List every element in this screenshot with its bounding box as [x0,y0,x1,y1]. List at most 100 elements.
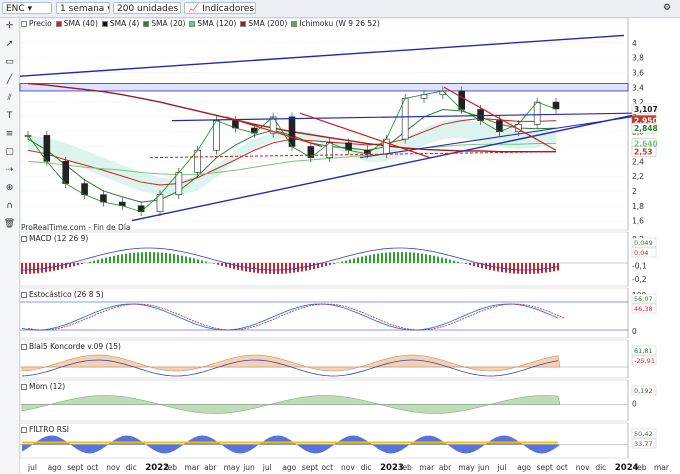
blai5-panel-label: Blai5 Koncorde v.09 (15) [21,342,121,351]
macd-bar [393,252,395,263]
x-axis-label: ago [48,463,62,472]
macd-bar [101,258,103,263]
x-axis-label: feb [165,463,177,472]
candle-body [288,116,296,147]
macd-bar [45,263,47,273]
x-axis-label: sept [302,463,318,472]
x-axis-label: may [458,463,475,472]
macd-bar [265,263,267,274]
legend-item[interactable]: SMA (40) [55,18,98,29]
data-credit: ProRealTime.com - Fin de Día [21,223,131,232]
x-axis-label: ago [282,463,296,472]
x-axis-label: mar [185,463,201,472]
macd-tick-label: -0,1 [632,262,647,271]
macd-bar [361,256,363,263]
mom-label: Mom (12) [29,382,66,391]
legend-item[interactable]: Precio [21,18,52,29]
candle-body [533,101,541,125]
y-tick-label: 3,4 [632,83,644,92]
macd-bar [185,256,187,263]
macd-bar [105,257,107,263]
macd-bar [153,252,155,263]
macd-bar [21,263,23,274]
macd-bar [357,257,359,263]
x-axis-label: feb [634,463,646,472]
macd-bar [61,263,63,270]
macd-bar [233,263,235,269]
macd-bar [257,263,259,274]
x-axis-label: abr [204,463,217,472]
panel-frame-2 [19,287,629,339]
candle-body [62,161,70,184]
macd-bar [29,263,31,274]
macd-bar [369,254,371,263]
macd-bar [521,263,523,274]
macd-bar [285,263,287,274]
macd-bar [173,254,175,263]
macd-bar [417,253,419,263]
legend-label: SMA (200) [248,19,288,28]
legend-item[interactable]: SMA (120) [189,18,236,29]
macd-bar [513,263,515,274]
macd-bar [449,259,451,263]
chart-canvas[interactable]: 1,61,822,22,42,62,833,23,43,63,843,1072,… [0,0,680,474]
macd-bar [217,263,219,265]
legend-item[interactable]: SMA (20) [143,18,185,29]
resistance-zone [19,83,629,92]
macd-bar [113,255,115,263]
stoch-value-tag: 56,07 [634,295,653,303]
macd-bar [277,263,279,274]
x-axis-label: sept [67,463,83,472]
macd-bar [437,256,439,263]
x-axis-label: sept [537,463,553,472]
macd-bar [165,253,167,263]
macd-bar [377,253,379,263]
legend-label: SMA (20) [151,19,186,28]
macd-bar [325,263,327,266]
y-tick-label: 4 [632,39,637,48]
legend-swatch [21,21,27,27]
macd-bar [381,253,383,263]
macd-bar [261,263,263,274]
mom-tick-label: 0 [632,400,637,409]
x-axis-label: mar [654,463,670,472]
macd-bar [97,259,99,263]
mom-panel-label: Mom (12) [21,382,65,391]
legend-swatch [143,21,150,27]
macd-bar [529,263,531,274]
x-axis-label: oct [87,463,99,472]
macd-panel-label: MACD (12 26 9) [21,234,88,243]
legend-label: SMA (120) [197,19,237,28]
macd-bar [345,260,347,263]
macd-tick-label: -0,2 [632,275,647,284]
macd-bar [517,263,519,274]
y-tick-label: 1,6 [632,217,644,226]
macd-bar [225,263,227,267]
x-axis-label: jul [262,463,272,472]
y-tick-label: 3,8 [632,54,644,63]
candle-body [458,90,466,110]
macd-bar [89,261,91,263]
x-axis-label: dic [595,463,606,472]
legend-item[interactable]: SMA (4) [101,18,139,29]
macd-bar [237,263,239,270]
macd-bar [145,252,147,263]
x-axis-label: may [224,463,241,472]
macd-bar [33,263,35,274]
panel-frame-5 [19,422,629,459]
blai5-label: Blai5 Koncorde v.09 (15) [29,342,121,351]
legend-item[interactable]: SMA (200) [240,18,287,29]
macd-bar [329,263,331,265]
macd-bar [293,263,295,273]
candle-body [175,172,183,195]
macd-value-tag: 0,049 [634,239,653,247]
macd-bar [133,252,135,263]
legend-item[interactable]: Ichimoku (W 9 26 52) [291,18,380,29]
macd-bar [37,263,39,274]
y-tick-label: 1,8 [632,202,644,211]
macd-bar [441,257,443,263]
legend-swatch [55,21,62,27]
x-axis-label: oct [556,463,568,472]
y-tick-label: 3,6 [632,68,644,77]
macd-bar [281,263,283,274]
